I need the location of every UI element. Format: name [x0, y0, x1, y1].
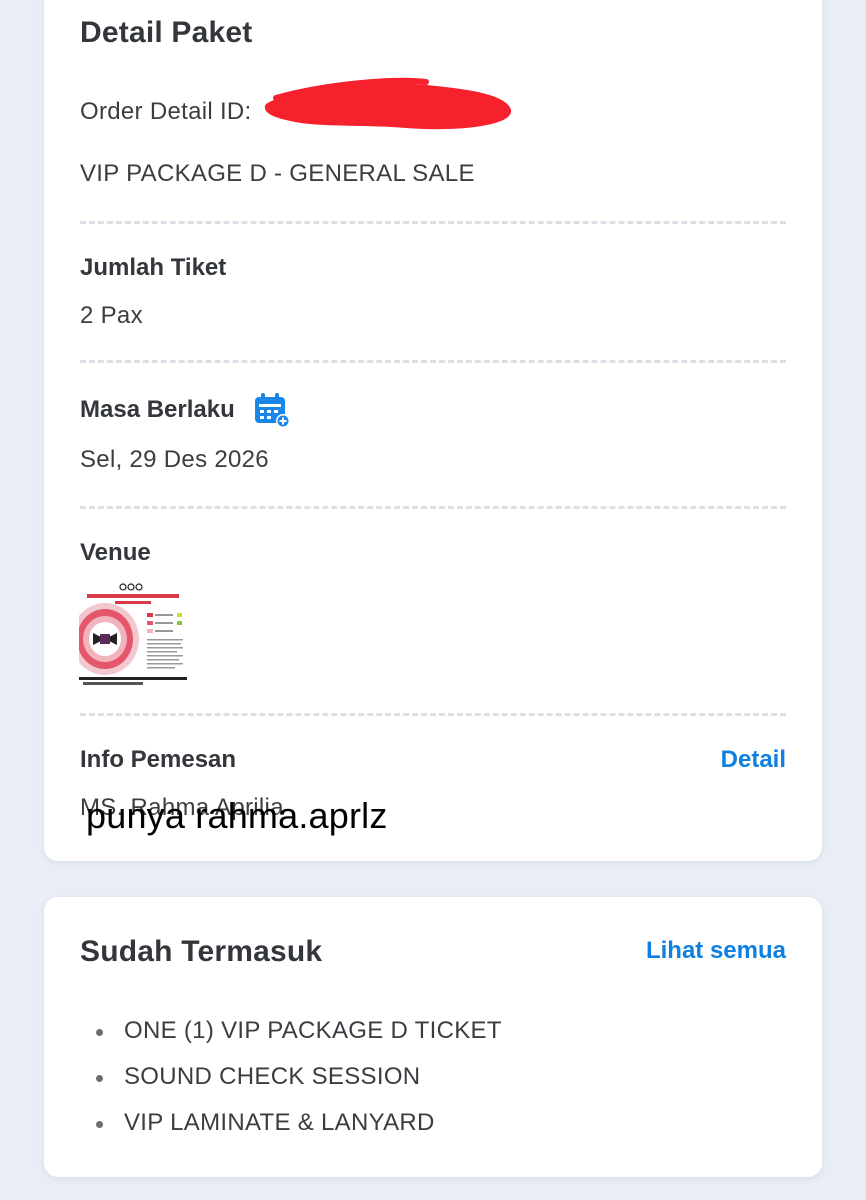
divider — [80, 221, 786, 224]
divider — [80, 713, 786, 716]
redaction-scribble — [264, 77, 512, 130]
calendar-add-icon[interactable] — [253, 391, 291, 429]
venue-label: Venue — [80, 539, 151, 566]
card-title: Detail Paket — [80, 16, 253, 49]
package-name: VIP PACKAGE D - GENERAL SALE — [80, 160, 475, 187]
ticket-count-value: 2 Pax — [80, 302, 143, 329]
booker-detail-link[interactable]: Detail — [721, 746, 786, 774]
booker-info-label: Info Pemesan — [80, 746, 237, 773]
watermark-overlay-text: punya rahma.aprlz — [86, 795, 388, 836]
seatmap-image — [79, 581, 187, 689]
validity-date: Sel, 29 Des 2026 — [80, 446, 269, 473]
divider — [80, 360, 786, 363]
list-item: SOUND CHECK SESSION — [80, 1063, 420, 1091]
venue-seatmap-thumbnail[interactable] — [79, 581, 187, 689]
divider — [80, 506, 786, 509]
order-detail-id-label: Order Detail ID: — [80, 98, 252, 125]
see-all-link[interactable]: Lihat semua — [646, 937, 786, 965]
list-item: ONE (1) VIP PACKAGE D TICKET — [80, 1017, 502, 1045]
validity-label: Masa Berlaku — [80, 396, 235, 423]
ticket-count-label: Jumlah Tiket — [80, 254, 227, 281]
included-items-card: Sudah Termasuk Lihat semua ONE (1) VIP P… — [44, 897, 822, 1177]
list-item: VIP LAMINATE & LANYARD — [80, 1109, 435, 1137]
included-title: Sudah Termasuk — [80, 935, 323, 968]
package-detail-card: Detail Paket Order Detail ID: VIP PACKAG… — [44, 0, 822, 861]
